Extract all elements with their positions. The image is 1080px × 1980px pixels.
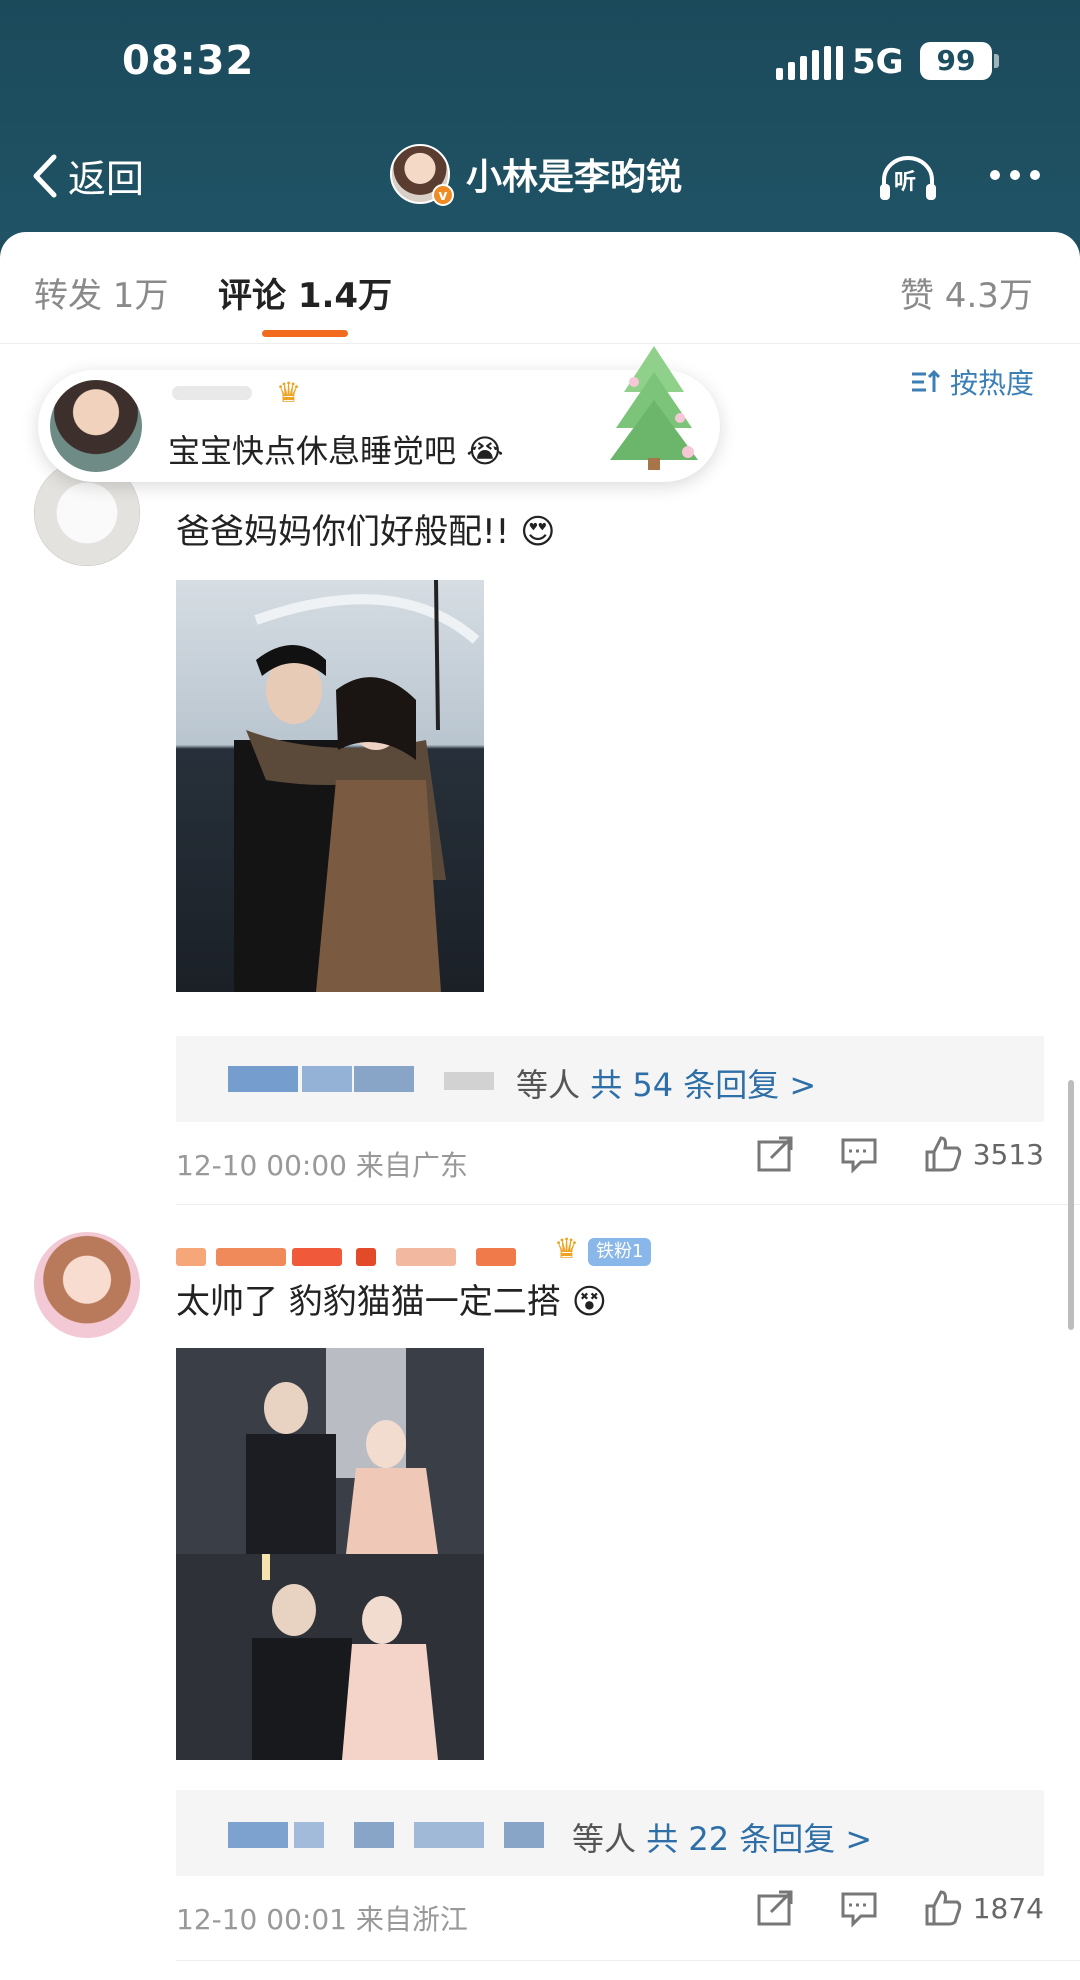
reply-summary[interactable]: 等人 共 22 条回复 > xyxy=(176,1790,1044,1876)
thumbs-up-icon xyxy=(925,1136,961,1172)
replier-names-blurred xyxy=(204,1066,504,1094)
tab-bar: 转发 1万 评论 1.4万 赞 4.3万 xyxy=(0,232,1080,344)
comment-icon xyxy=(841,1892,877,1928)
like-button[interactable]: 1874 xyxy=(923,1888,1044,1928)
listen-label: 听 xyxy=(894,170,917,195)
comment-photo[interactable] xyxy=(176,580,484,992)
chevron-left-icon xyxy=(33,154,57,197)
like-count: 1874 xyxy=(972,1891,1044,1925)
like-count: 3513 xyxy=(972,1137,1044,1171)
network-type: 5G xyxy=(852,42,904,82)
scrollbar[interactable] xyxy=(1068,1080,1074,1330)
crown-badge-icon: ♛ xyxy=(276,376,302,409)
signal-icon xyxy=(776,46,843,80)
crying-emoji-icon: 😭 xyxy=(466,432,504,470)
avatar[interactable] xyxy=(34,1232,140,1338)
listen-button[interactable]: 听 xyxy=(876,152,940,204)
avatar[interactable] xyxy=(50,380,142,472)
top-bar: 08:32 5G 99 返回 v 小林是李昀锐 听 xyxy=(0,0,1080,240)
page-title: 小林是李昀锐 xyxy=(466,157,683,198)
share-button[interactable] xyxy=(755,1134,795,1174)
sort-label: 按热度 xyxy=(950,367,1035,400)
view-replies-link[interactable]: 共 22 条回复 > xyxy=(646,1820,872,1858)
sort-button[interactable]: 按热度 xyxy=(910,362,1034,402)
username-blurred xyxy=(172,386,252,400)
thumbs-up-icon xyxy=(925,1890,961,1926)
active-tab-indicator xyxy=(262,330,348,337)
comment-meta: 12-10 00:01 来自浙江 xyxy=(176,1903,468,1936)
dizzy-emoji-icon: 😵 xyxy=(571,1282,608,1322)
status-time: 08:32 xyxy=(122,38,255,84)
sort-icon xyxy=(912,369,941,392)
reply-button[interactable] xyxy=(839,1888,879,1928)
more-dot xyxy=(990,170,1000,180)
replier-names-blurred xyxy=(204,1820,584,1848)
tab-likes[interactable]: 赞 4.3万 xyxy=(900,268,1033,317)
tab-comments[interactable]: 评论 1.4万 xyxy=(218,268,392,317)
battery-icon: 99 xyxy=(920,42,992,80)
divider xyxy=(176,1204,1080,1205)
photo-couple-umbrella xyxy=(234,580,480,992)
tab-reposts[interactable]: 转发 1万 xyxy=(34,268,168,317)
reply-button[interactable] xyxy=(839,1134,879,1174)
comment-actions: 3513 xyxy=(755,1134,1044,1174)
verified-icon: v xyxy=(432,184,454,206)
more-dot xyxy=(1010,170,1020,180)
share-icon xyxy=(757,1890,793,1926)
heart-eyes-emoji-icon: 😍 xyxy=(520,512,556,552)
floating-comment-text: 宝宝快点休息睡觉吧 😭 xyxy=(168,432,504,470)
comment-text: 爸爸妈妈你们好般配!! 😍 xyxy=(176,512,556,552)
crown-badge-icon: ♛ xyxy=(554,1232,580,1265)
content-panel: 转发 1万 评论 1.4万 赞 4.3万 按热度 ♛ 宝宝快点休息睡觉吧 😭 爸… xyxy=(0,232,1080,1980)
reply-summary[interactable]: 等人 共 54 条回复 > xyxy=(176,1036,1044,1122)
fan-badge: 铁粉1 xyxy=(588,1238,652,1266)
divider xyxy=(176,1960,1080,1961)
username-blurred xyxy=(176,1242,556,1268)
comment-actions: 1874 xyxy=(755,1888,1044,1928)
like-button[interactable]: 3513 xyxy=(923,1134,1044,1174)
comment-text: 太帅了 豹豹猫猫一定二搭 😵 xyxy=(176,1282,608,1322)
reply-summary-text: 等人 共 22 条回复 > xyxy=(572,1820,873,1858)
christmas-tree-icon xyxy=(610,346,698,470)
view-replies-link[interactable]: 共 54 条回复 > xyxy=(590,1066,816,1104)
profile-header[interactable]: v 小林是李昀锐 xyxy=(390,144,683,206)
battery-tip xyxy=(994,54,999,68)
share-button[interactable] xyxy=(755,1888,795,1928)
more-dot xyxy=(1030,170,1040,180)
comment-meta: 12-10 00:00 来自广东 xyxy=(176,1149,468,1182)
back-label: 返回 xyxy=(68,157,145,201)
photo-costume-drama-stills xyxy=(176,1348,484,1760)
comment-icon xyxy=(841,1138,877,1174)
share-icon xyxy=(757,1136,793,1172)
avatar[interactable]: v xyxy=(390,144,454,206)
comment-photo[interactable] xyxy=(176,1348,484,1760)
reply-summary-text: 等人 共 54 条回复 > xyxy=(516,1066,817,1104)
more-button[interactable] xyxy=(990,170,1040,180)
back-button[interactable]: 返回 xyxy=(28,148,144,203)
